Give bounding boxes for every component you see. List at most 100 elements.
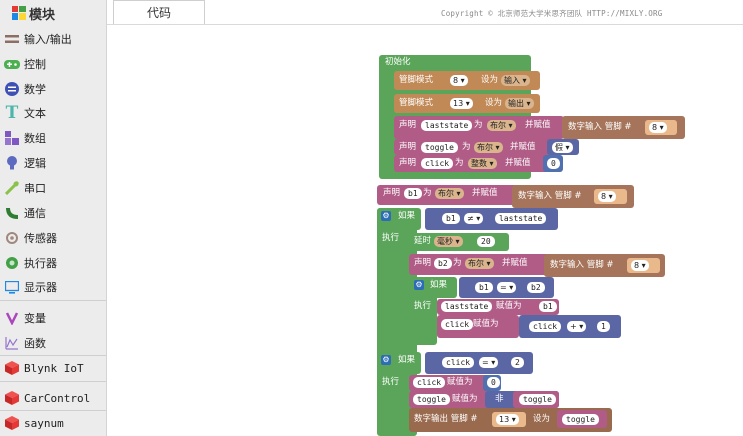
init-label: 初始化	[385, 57, 411, 67]
operator-dropdown[interactable]: = ▾	[479, 357, 499, 368]
display-icon	[4, 279, 20, 295]
category-label: 文本	[24, 107, 46, 120]
var-field[interactable]: click	[529, 321, 562, 332]
var-field[interactable]: click	[441, 319, 474, 330]
var-field[interactable]: b1	[404, 188, 422, 199]
type-value: 布尔	[468, 259, 484, 268]
category-serial[interactable]: 串口	[0, 176, 106, 200]
puzzle-icon	[12, 6, 26, 20]
category-sensor[interactable]: 传感器	[0, 226, 106, 250]
var-field[interactable]: toggle	[519, 394, 556, 405]
pin-value: 13	[453, 99, 464, 108]
mode-value: 输出	[508, 99, 524, 108]
type-dropdown[interactable]: 布尔 ▾	[465, 258, 494, 269]
sensor-icon	[4, 230, 20, 246]
blockly-workspace[interactable]: 初始化 管脚模式 8 ▾ 设为 输入 ▾ 管脚模式 13 ▾ 设为 输出 ▾ 声…	[107, 25, 743, 436]
category-control[interactable]: 控制	[0, 52, 106, 76]
var-field[interactable]: b2	[434, 258, 452, 269]
type-dropdown[interactable]: 整数 ▾	[468, 158, 497, 169]
var-field[interactable]: laststate	[421, 120, 473, 131]
var-field[interactable]: laststate	[495, 213, 547, 224]
operator-dropdown[interactable]: ≠ ▾	[464, 213, 484, 224]
gear-icon[interactable]: ⚙	[381, 211, 391, 221]
pin-dropdown[interactable]: 13 ▾	[450, 98, 473, 109]
operator-dropdown[interactable]: + ▾	[567, 321, 587, 332]
var-field[interactable]: toggle	[562, 414, 599, 425]
var-field[interactable]: b1	[442, 213, 460, 224]
category-label: 串口	[24, 182, 46, 195]
digital-read-label: 数字输入 管脚 #	[550, 260, 614, 270]
category-blynk-iot[interactable]: Blynk IoT	[0, 356, 106, 380]
category-actuator[interactable]: 执行器	[0, 251, 106, 275]
category-math[interactable]: 数学	[0, 77, 106, 101]
category-communication[interactable]: 通信	[0, 201, 106, 225]
pin-dropdown[interactable]: 8 ▾	[598, 191, 616, 202]
var-field[interactable]: b1	[475, 282, 493, 293]
digital-read-label: 数字输入 管脚 #	[568, 122, 632, 132]
pin-dropdown[interactable]: 8 ▾	[649, 122, 667, 133]
type-dropdown[interactable]: 布尔 ▾	[435, 188, 464, 199]
category-array[interactable]: 数组	[0, 126, 106, 150]
var-field[interactable]: toggle	[413, 394, 450, 405]
var-field[interactable]: laststate	[441, 301, 493, 312]
pinmode-label: 管脚模式	[399, 98, 434, 108]
var-field[interactable]: toggle	[421, 142, 458, 153]
number-field[interactable]: 0	[487, 377, 500, 388]
category-label: Blynk IoT	[24, 361, 84, 375]
mode-dropdown[interactable]: 输出 ▾	[505, 98, 534, 109]
category-io[interactable]: 输入/输出	[0, 27, 106, 51]
type-value: 整数	[471, 159, 487, 168]
as-label: 为	[462, 142, 471, 152]
if-label: 如果	[398, 355, 416, 365]
category-text[interactable]: T 文本	[0, 101, 106, 125]
category-label: saynum	[24, 416, 64, 430]
operator-dropdown[interactable]: = ▾	[497, 282, 517, 293]
category-variable[interactable]: 变量	[0, 306, 106, 330]
array-icon	[4, 130, 20, 146]
boolean-dropdown[interactable]: 假 ▾	[552, 142, 573, 153]
var-field[interactable]: b2	[527, 282, 545, 293]
unit-dropdown[interactable]: 毫秒 ▾	[434, 236, 463, 247]
number-field[interactable]: 0	[547, 158, 560, 169]
as-label: 为	[455, 158, 464, 168]
operator-value: =	[482, 358, 489, 367]
gear-icon[interactable]: ⚙	[414, 280, 424, 290]
delay-value-field[interactable]: 20	[477, 236, 495, 247]
category-carcontrol[interactable]: CarControl	[0, 386, 106, 410]
pin-dropdown[interactable]: 13 ▾	[496, 414, 519, 425]
var-field[interactable]: click	[413, 377, 446, 388]
category-label: 通信	[24, 207, 46, 220]
pin-dropdown[interactable]: 8 ▾	[631, 260, 649, 271]
assign-label: 赋值为	[452, 394, 478, 404]
category-saynum[interactable]: saynum	[0, 411, 106, 435]
assign-label: 并赋值	[505, 158, 531, 168]
serial-icon	[4, 180, 20, 196]
operator-value: ≠	[467, 214, 474, 223]
cube-icon	[4, 390, 20, 406]
operator-value: =	[500, 283, 507, 292]
as-label: 为	[474, 120, 483, 130]
pinmode-label: 管脚模式	[399, 75, 434, 85]
declare-label: 声明	[399, 142, 417, 152]
var-field[interactable]: b1	[539, 301, 557, 312]
gear-icon[interactable]: ⚙	[381, 355, 391, 365]
number-field[interactable]: 2	[511, 357, 524, 368]
divider	[0, 381, 106, 382]
digital-read-label: 数字输入 管脚 #	[518, 191, 582, 201]
var-field[interactable]: click	[421, 158, 454, 169]
number-field[interactable]: 1	[597, 321, 610, 332]
do-label: 执行	[414, 301, 432, 311]
pin-value: 8	[601, 192, 607, 201]
category-logic[interactable]: 逻辑	[0, 151, 106, 175]
type-dropdown[interactable]: 布尔 ▾	[487, 120, 516, 131]
tab-code[interactable]: 代码	[113, 0, 205, 24]
type-value: 布尔	[477, 143, 493, 152]
assign-label: 并赋值	[472, 188, 498, 198]
mode-dropdown[interactable]: 输入 ▾	[501, 75, 530, 86]
var-field[interactable]: click	[442, 357, 475, 368]
category-display[interactable]: 显示器	[0, 275, 106, 299]
category-function[interactable]: 函数	[0, 331, 106, 355]
pin-dropdown[interactable]: 8 ▾	[450, 75, 468, 86]
declare-label: 声明	[383, 188, 401, 198]
type-dropdown[interactable]: 布尔 ▾	[474, 142, 503, 153]
